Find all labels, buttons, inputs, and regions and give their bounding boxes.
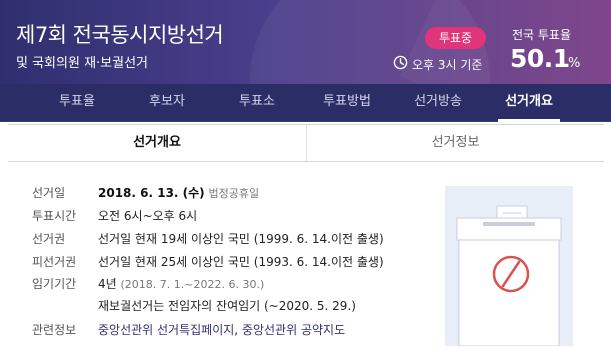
election-overview-panel: 선거일 2018. 6. 13. (수) 법정공휴일 투표시간 오전 6시~오후… — [8, 162, 604, 347]
nav-tab-election-broadcast[interactable]: 선거방송 — [393, 84, 483, 122]
link-election-special-page[interactable]: 중앙선관위 선거특집페이지 — [98, 323, 234, 337]
nav-tab-voting-method[interactable]: 투표방법 — [302, 84, 392, 122]
sub-tabs: 선거개요 선거정보 — [8, 124, 604, 162]
nav-tab-polling-station[interactable]: 투표소 — [212, 84, 302, 122]
info-value: 2018. 6. 13. (수) 법정공휴일 — [98, 184, 259, 201]
page-title: 제7회 전국동시지방선거 — [16, 23, 224, 47]
info-label: 피선거권 — [32, 255, 77, 269]
turnout-unit: % — [568, 56, 581, 71]
info-value: 중앙선관위 선거특집페이지, 중앙선관위 공약지도 — [98, 321, 345, 338]
info-label: 투표시간 — [32, 209, 77, 223]
nav-tab-candidates[interactable]: 후보자 — [122, 84, 212, 122]
term-length: 4년 — [98, 277, 117, 291]
clock-icon — [393, 55, 408, 70]
turnout-time-basis: 오후 3시 기준 — [412, 58, 483, 72]
nav-tab-election-overview[interactable]: 선거개요 — [484, 84, 574, 122]
subtab-election-info[interactable]: 선거정보 — [306, 125, 604, 161]
link-pledge-map[interactable]: 중앙선관위 공약지도 — [242, 323, 345, 337]
info-label: 관련정보 — [32, 323, 77, 337]
main-nav: 투표율 후보자 투표소 투표방법 선거방송 선거개요 — [0, 84, 611, 122]
holiday-note: 법정공휴일 — [208, 187, 260, 200]
info-value: 선거일 현재 19세 이상인 국민 (1999. 6. 14.이전 출생) — [98, 232, 384, 246]
ballot-box-illustration — [445, 186, 573, 347]
nav-tab-turnout[interactable]: 투표율 — [32, 84, 122, 122]
info-value: 4년 (2018. 7. 1.~2022. 6. 30.) — [98, 275, 264, 292]
info-value: 재보궐선거는 전임자의 잔여임기 (~2020. 5. 29.) — [98, 299, 356, 313]
info-value: 오전 6시~오후 6시 — [98, 209, 198, 223]
voting-status-badge: 투표중 — [425, 27, 486, 49]
info-label: 선거권 — [32, 232, 66, 246]
link-separator: , — [234, 323, 242, 337]
turnout-value: 50.1 — [510, 44, 570, 73]
ballot-box-icon — [456, 205, 562, 347]
page-subtitle: 및 국회의원 재·보궐선거 — [16, 56, 148, 71]
header-banner: 제7회 전국동시지방선거 및 국회의원 재·보궐선거 투표중 오후 3시 기준 … — [0, 0, 611, 84]
info-label: 임기기간 — [32, 277, 77, 291]
election-date: 2018. 6. 13. (수) — [98, 186, 205, 200]
info-label: 선거일 — [32, 186, 66, 200]
info-value: 선거일 현재 25세 이상인 국민 (1993. 6. 14.이전 출생) — [98, 255, 384, 269]
subtab-overview[interactable]: 선거개요 — [8, 125, 306, 161]
turnout-label: 전국 투표율 — [512, 28, 572, 42]
term-period: (2018. 7. 1.~2022. 6. 30.) — [120, 278, 265, 291]
